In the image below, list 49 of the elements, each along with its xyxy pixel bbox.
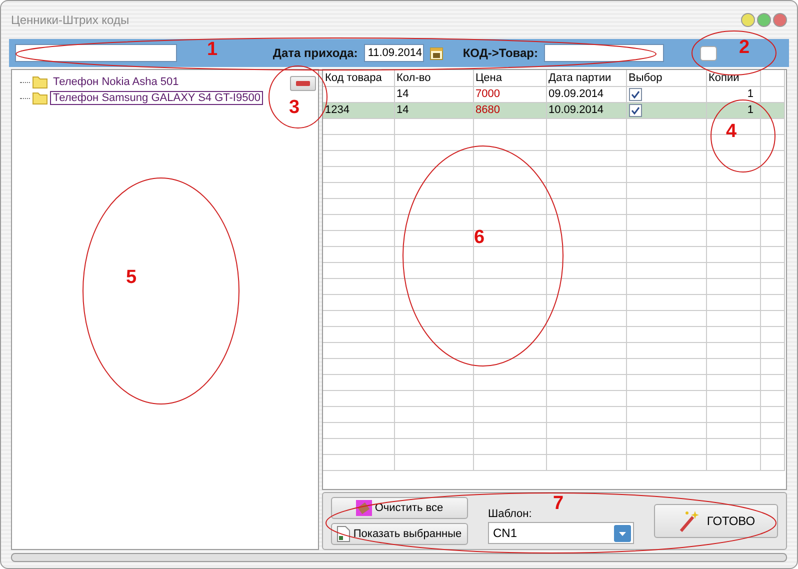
document-icon <box>337 526 350 542</box>
annotation-number: 3 <box>289 97 300 119</box>
date-label: Дата прихода: <box>272 46 358 60</box>
column-header[interactable]: Копии <box>706 70 760 86</box>
column-header[interactable]: Выбор <box>626 70 706 86</box>
tree-item[interactable]: Телефон Nokia Asha 501 <box>50 75 182 89</box>
minus-icon <box>296 81 310 86</box>
table-cell: 14 <box>394 86 473 102</box>
checkbox[interactable] <box>628 88 642 100</box>
table-cell <box>323 86 394 102</box>
column-header[interactable]: Цена <box>473 70 546 86</box>
minimize-button[interactable] <box>741 13 755 27</box>
horizontal-scrollbar[interactable] <box>11 553 787 562</box>
code-label: КОД->Товар: <box>462 46 538 60</box>
annotation-number: 4 <box>726 121 737 143</box>
folder-icon <box>32 91 48 105</box>
column-header[interactable]: Кол-во <box>394 70 473 86</box>
checkbox[interactable] <box>628 104 642 116</box>
clear-all-button[interactable]: Очистить все <box>331 497 468 519</box>
annotation-number: 6 <box>474 227 485 249</box>
maximize-button[interactable] <box>757 13 771 27</box>
table-cell: 10.09.2014 <box>546 102 626 118</box>
annotation-number: 5 <box>126 267 137 289</box>
close-button[interactable] <box>773 13 787 27</box>
table-cell: 14 <box>394 102 473 118</box>
toolbar-button[interactable] <box>700 46 717 60</box>
column-header[interactable]: Код товара <box>323 70 394 86</box>
table-cell: 8680 <box>473 102 546 118</box>
table-cell: 1 <box>706 86 760 102</box>
folder-icon <box>32 75 48 89</box>
done-button[interactable]: ГОТОВО <box>654 504 778 538</box>
table-cell: 1234 <box>323 102 394 118</box>
template-dropdown[interactable]: CN1 <box>488 522 634 544</box>
eraser-icon <box>356 500 372 516</box>
annotation-number: 1 <box>207 39 218 61</box>
collapse-button[interactable] <box>290 76 316 91</box>
tree-item[interactable]: Телефон Samsung GALAXY S4 GT-I9500 <box>50 91 264 105</box>
window-title: Ценники-Штрих коды <box>11 13 130 27</box>
table-cell: 09.09.2014 <box>546 86 626 102</box>
annotation-number: 7 <box>553 493 564 515</box>
date-field[interactable]: 11.09.2014 <box>364 44 424 62</box>
template-label: Шаблон: <box>488 508 532 520</box>
calendar-icon[interactable] <box>430 46 443 60</box>
show-selected-button[interactable]: Показать выбранные <box>331 523 468 545</box>
annotation-number: 2 <box>739 37 750 59</box>
code-field[interactable] <box>544 44 664 62</box>
search-field[interactable] <box>15 44 177 62</box>
column-header[interactable]: Дата партии <box>546 70 626 86</box>
table-cell: 7000 <box>473 86 546 102</box>
